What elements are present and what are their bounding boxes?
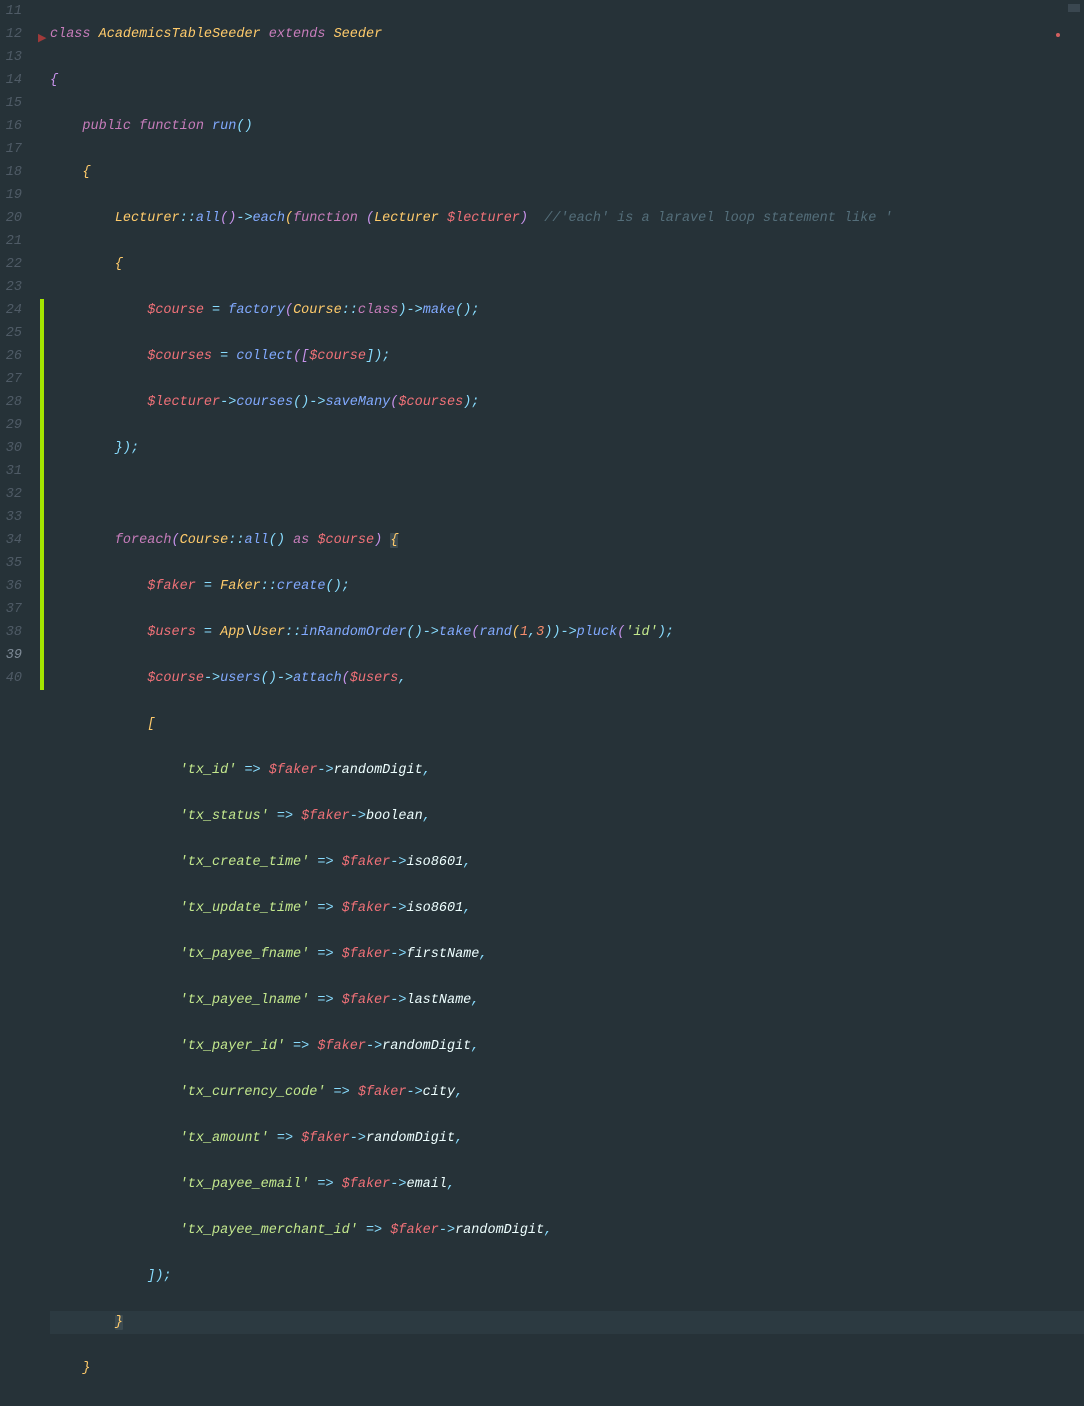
code-line: 'tx_update_time' => $faker->iso8601, [50, 897, 1084, 920]
code-line: $lecturer->courses()->saveMany($courses)… [50, 391, 1084, 414]
code-line: 'tx_payee_fname' => $faker->firstName, [50, 943, 1084, 966]
code-line: 'tx_payee_email' => $faker->email, [50, 1173, 1084, 1196]
code-line [50, 483, 1084, 506]
code-line: 'tx_id' => $faker->randomDigit, [50, 759, 1084, 782]
code-line: $faker = Faker::create(); [50, 575, 1084, 598]
code-line: public function run() [50, 115, 1084, 138]
code-line: class AcademicsTableSeeder extends Seede… [50, 23, 1084, 46]
code-line: 'tx_currency_code' => $faker->city, [50, 1081, 1084, 1104]
code-line: { [50, 69, 1084, 92]
code-line: $users = App\User::inRandomOrder()->take… [50, 621, 1084, 644]
minimap-preview [1068, 4, 1080, 12]
code-area[interactable]: class AcademicsTableSeeder extends Seede… [44, 0, 1084, 703]
code-line: { [50, 253, 1084, 276]
code-line-current: } [50, 1311, 1084, 1334]
line-number-gutter: 1112131415161718192021222324252627282930… [0, 0, 40, 703]
fold-arrow-icon[interactable]: ▶ [38, 28, 46, 51]
code-editor[interactable]: 1112131415161718192021222324252627282930… [0, 0, 1084, 703]
code-line: 'tx_payee_merchant_id' => $faker->random… [50, 1219, 1084, 1242]
code-line: [ [50, 713, 1084, 736]
code-line: foreach(Course::all() as $course) { [50, 529, 1084, 552]
code-line: 'tx_payee_lname' => $faker->lastName, [50, 989, 1084, 1012]
code-line: } [50, 1357, 1084, 1380]
code-line: 'tx_create_time' => $faker->iso8601, [50, 851, 1084, 874]
code-line: $courses = collect([$course]); [50, 345, 1084, 368]
code-line: 'tx_status' => $faker->boolean, [50, 805, 1084, 828]
code-line: $course->users()->attach($users, [50, 667, 1084, 690]
code-line: { [50, 161, 1084, 184]
code-line: }); [50, 437, 1084, 460]
code-line: 'tx_payer_id' => $faker->randomDigit, [50, 1035, 1084, 1058]
code-line: Lecturer::all()->each(function (Lecturer… [50, 207, 1084, 230]
code-line: ]); [50, 1265, 1084, 1288]
code-line: $course = factory(Course::class)->make()… [50, 299, 1084, 322]
code-line: 'tx_amount' => $faker->randomDigit, [50, 1127, 1084, 1150]
